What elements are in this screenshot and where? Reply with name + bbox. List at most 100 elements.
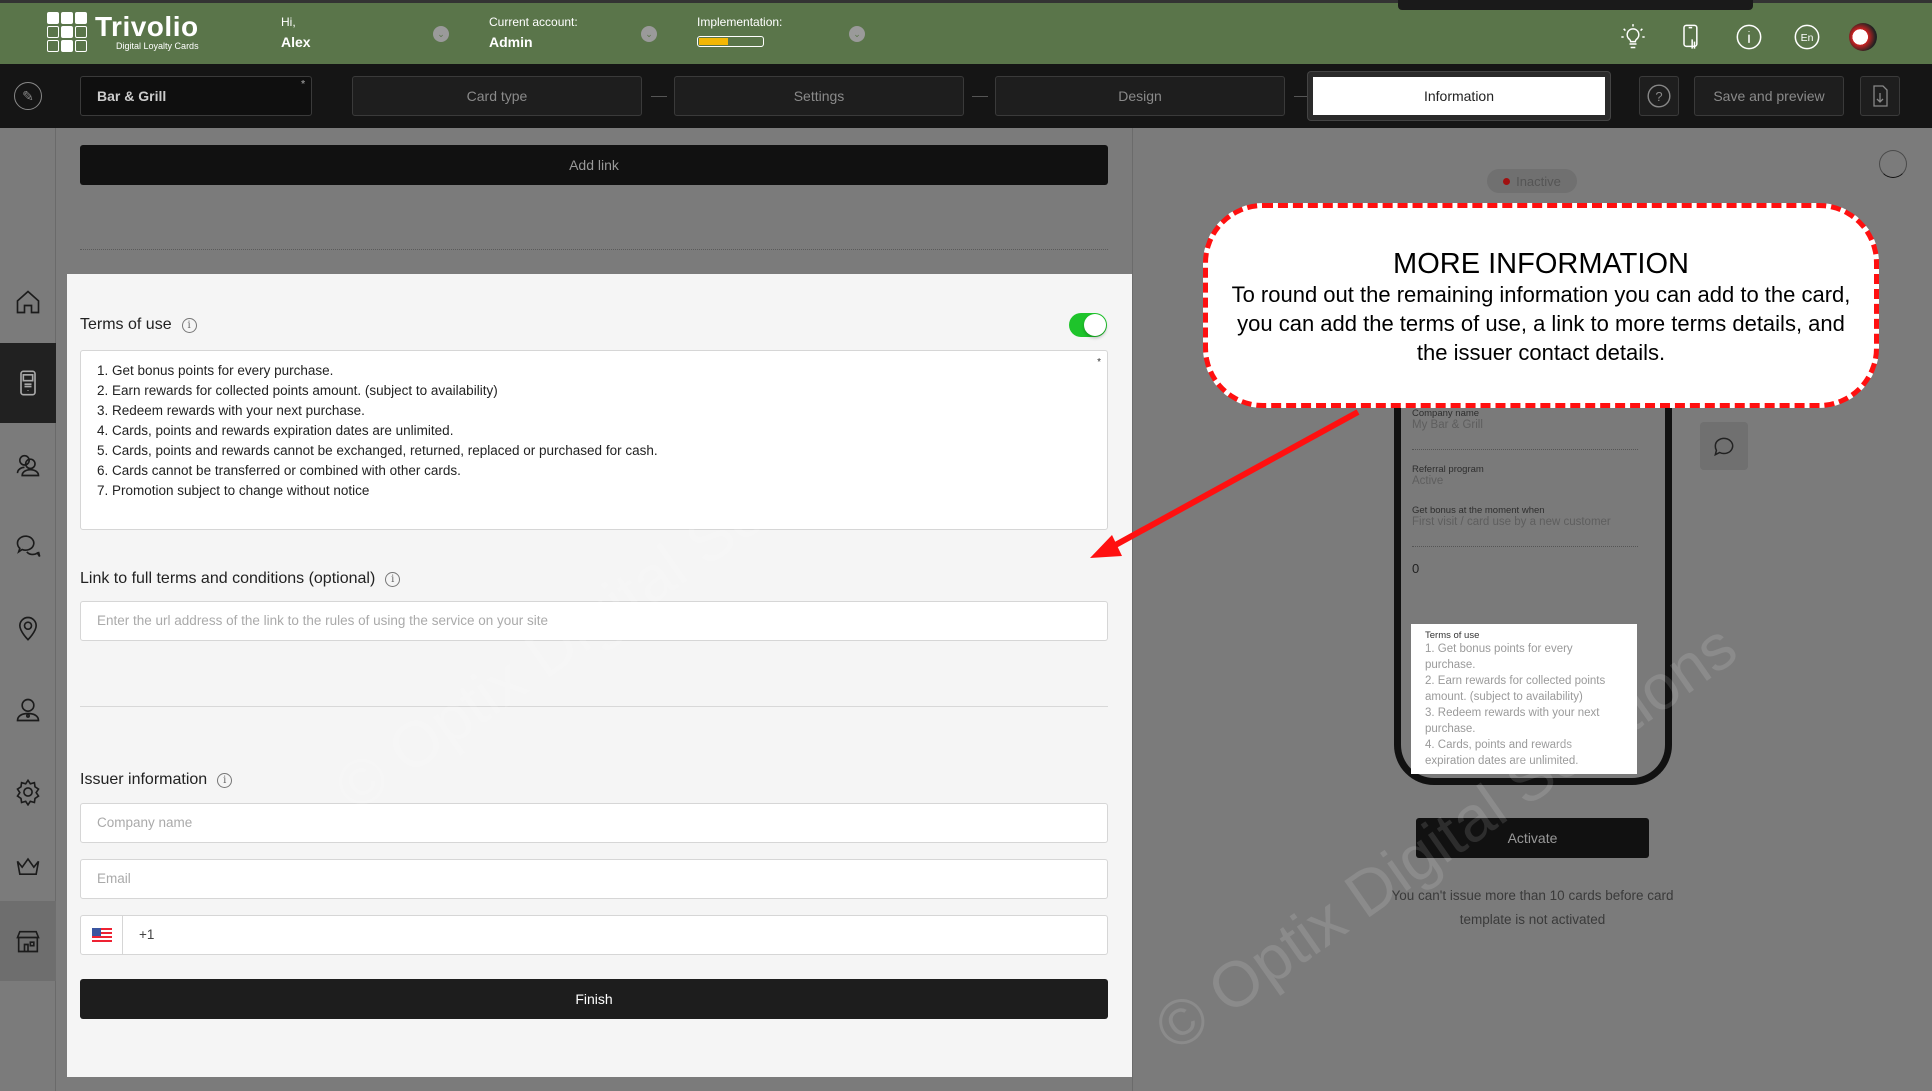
- implementation: Implementation:: [697, 15, 782, 47]
- sidebar-item-shop[interactable]: [0, 901, 56, 981]
- language-icon[interactable]: En: [1791, 21, 1823, 53]
- account-label: Current account:: [489, 15, 578, 29]
- tab-design[interactable]: Design: [995, 76, 1285, 116]
- sidebar-item-customers[interactable]: [0, 425, 56, 505]
- avatar[interactable]: [1849, 23, 1877, 51]
- terms-line: 6. Cards cannot be transferred or combin…: [97, 463, 461, 478]
- sidebar-item-managers[interactable]: [0, 670, 56, 750]
- sidebar-item-home[interactable]: [0, 262, 56, 342]
- implementation-chevron-icon[interactable]: ⌄: [849, 26, 865, 42]
- add-link-button[interactable]: Add link: [80, 145, 1108, 185]
- activate-button[interactable]: Activate: [1416, 818, 1649, 858]
- tab-card-type[interactable]: Card type: [352, 76, 642, 116]
- terms-of-use-textarea[interactable]: * 1. Get bonus points for every purchase…: [80, 350, 1108, 530]
- loading-spinner-icon: [1879, 150, 1907, 178]
- account-value: Admin: [489, 34, 533, 50]
- download-button[interactable]: [1860, 76, 1900, 116]
- preview-terms-line: 2. Earn rewards for collected points amo…: [1425, 675, 1606, 703]
- issuer-information-heading: Issuer information i: [80, 771, 233, 789]
- implementation-label: Implementation:: [697, 15, 783, 29]
- implementation-progress: [697, 36, 764, 47]
- greeting-label: Hi,: [281, 15, 296, 29]
- chat-button[interactable]: [1700, 422, 1748, 470]
- info-icon[interactable]: i: [181, 317, 197, 333]
- info-icon[interactable]: [1733, 21, 1765, 53]
- download-file-icon: [1873, 85, 1888, 107]
- current-account: Current account: Admin: [489, 15, 578, 50]
- help-button[interactable]: ?: [1639, 76, 1679, 116]
- phone-input[interactable]: +1: [80, 915, 1108, 955]
- card-device-icon: [20, 370, 36, 396]
- user-name: Alex: [281, 34, 311, 50]
- terms-link-title: Link to full terms and conditions (optio…: [80, 570, 376, 587]
- phone-value: +1: [139, 927, 155, 942]
- terms-line: 2. Earn rewards for collected points amo…: [97, 383, 498, 398]
- gear-icon: [16, 778, 40, 806]
- terms-line: 3. Redeem rewards with your next purchas…: [97, 403, 365, 418]
- terms-line: 7. Promotion subject to change without n…: [97, 483, 370, 498]
- tab-information[interactable]: Information: [1308, 72, 1610, 120]
- required-mark: *: [1097, 357, 1101, 368]
- info-icon[interactable]: i: [217, 772, 233, 788]
- terms-line: 1. Get bonus points for every purchase.: [97, 363, 334, 378]
- callout-title: MORE INFORMATION: [1393, 248, 1689, 280]
- card-name-input[interactable]: Bar & Grill *: [80, 76, 312, 116]
- user-icon: [16, 698, 40, 722]
- step-bar: ✎ Bar & Grill * Card type Settings Desig…: [0, 64, 1932, 128]
- divider: [80, 249, 1108, 250]
- sidebar-item-subscription[interactable]: [0, 826, 56, 906]
- preview-company-value: My Bar & Grill: [1412, 419, 1483, 431]
- terms-of-use-heading: Terms of use i: [80, 316, 197, 334]
- issuer-information-title: Issuer information: [80, 771, 208, 788]
- sidebar-item-messages[interactable]: [0, 506, 56, 586]
- terms-of-use-title: Terms of use: [80, 316, 172, 333]
- terms-of-use-toggle[interactable]: [1069, 313, 1107, 337]
- logo-subtitle: Digital Loyalty Cards: [116, 41, 199, 51]
- sidebar-item-cards[interactable]: [0, 343, 56, 423]
- save-and-preview-button[interactable]: Save and preview: [1694, 76, 1844, 116]
- sidebar-item-settings[interactable]: [0, 752, 56, 832]
- phone-touch-icon[interactable]: [1675, 21, 1707, 53]
- preview-company-label: Company name: [1412, 408, 1480, 419]
- terms-link-input[interactable]: Enter the url address of the link to the…: [80, 601, 1108, 641]
- finish-button[interactable]: Finish: [80, 979, 1108, 1019]
- svg-text:?: ?: [1655, 89, 1662, 104]
- hint-bar: [1398, 0, 1753, 10]
- activation-note: You can't issue more than 10 cards befor…: [1391, 888, 1674, 927]
- preview-terms-label: Terms of use: [1425, 630, 1480, 641]
- chat-bubbles-icon: [16, 535, 41, 557]
- logo[interactable]: Trivolio Digital Loyalty Cards: [47, 12, 199, 52]
- terms-link-heading: Link to full terms and conditions (optio…: [80, 570, 401, 588]
- preview-terms-line: 4. Cards, points and rewards expiration …: [1425, 739, 1579, 767]
- email-input[interactable]: Email: [80, 859, 1108, 899]
- info-icon[interactable]: i: [385, 571, 401, 587]
- language-label: En: [1801, 32, 1814, 44]
- country-selector[interactable]: [81, 916, 123, 954]
- preview-bonus-label: Get bonus at the moment when: [1412, 505, 1545, 516]
- chat-bubble-icon: [1714, 437, 1734, 457]
- status-dot-icon: [1503, 177, 1511, 185]
- step-connector: [972, 96, 988, 97]
- customers-icon: [16, 454, 40, 477]
- account-menu-chevron-icon[interactable]: ⌄: [641, 26, 657, 42]
- tab-settings[interactable]: Settings: [674, 76, 964, 116]
- sidebar-item-locations[interactable]: [0, 588, 56, 668]
- implementation-progress-fill: [699, 38, 729, 45]
- lightbulb-icon[interactable]: [1617, 21, 1649, 53]
- terms-line: 5. Cards, points and rewards cannot be e…: [97, 443, 658, 458]
- edit-pencil-icon[interactable]: ✎: [14, 82, 42, 110]
- user-menu-chevron-icon[interactable]: ⌄: [433, 26, 449, 42]
- preview-referral-value: Active: [1412, 475, 1444, 487]
- callout-body: To round out the remaining information y…: [1231, 282, 1851, 365]
- sidebar: [0, 128, 56, 1091]
- shop-icon: [16, 930, 40, 953]
- status-label: Inactive: [1516, 173, 1561, 189]
- logo-title: Trivolio: [95, 11, 199, 42]
- company-name-input[interactable]: Company name: [80, 803, 1108, 843]
- card-name-value: Bar & Grill: [97, 88, 167, 104]
- preview-terms-line: 1. Get bonus points for every purchase.: [1425, 643, 1573, 671]
- crown-icon: [16, 857, 40, 875]
- phone-card-details: Company name My Bar & Grill Referral pro…: [1412, 408, 1638, 576]
- help-icon: ?: [1647, 84, 1671, 108]
- location-pin-icon: [19, 616, 37, 641]
